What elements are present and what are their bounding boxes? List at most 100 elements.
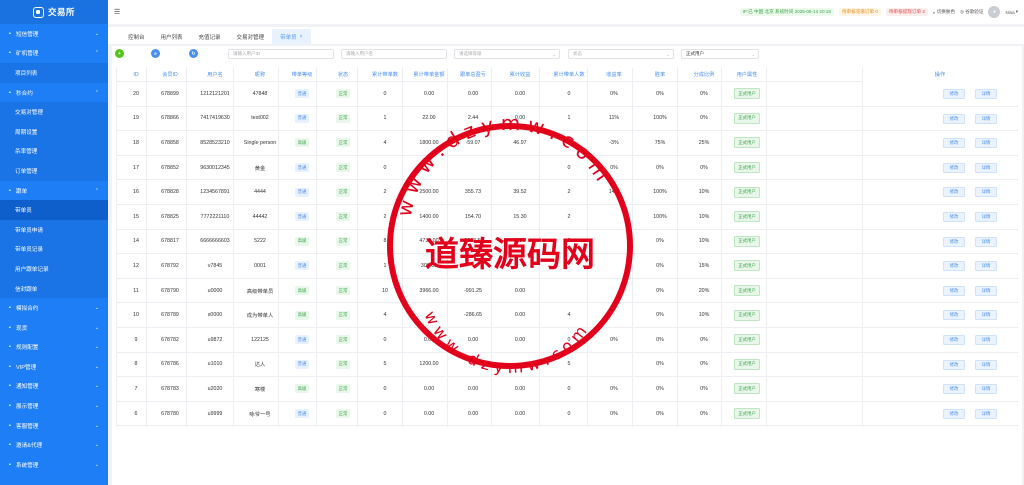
column-header[interactable]: 状态 bbox=[328, 71, 358, 78]
cell-value: 678858 bbox=[161, 139, 179, 146]
sidebar-item-account[interactable]: ▪ 短信管理 ⌄ bbox=[0, 24, 108, 44]
user-type-select[interactable]: 正式用户 ⌄ bbox=[681, 49, 759, 59]
user-type-badge: 正式用户 bbox=[734, 137, 760, 149]
detail-button[interactable]: 详情 bbox=[975, 285, 997, 296]
username[interactable]: Nisa ▾ bbox=[1005, 9, 1018, 15]
sidebar-item-vip[interactable]: ▪ VIP管理 ⌄ bbox=[0, 357, 108, 377]
level-select[interactable]: 请选择等级 ⌄ bbox=[454, 49, 560, 59]
sidebar-item-user-follow[interactable]: 用户跟单记录 bbox=[0, 259, 108, 279]
table-cell: 0 bbox=[365, 411, 405, 417]
column-header[interactable]: 昵称 bbox=[238, 71, 282, 78]
pending-withdraw-badge[interactable]: 待审核提现订单 2 bbox=[885, 8, 928, 16]
add-button[interactable]: + bbox=[115, 49, 124, 58]
cell-value: 9 bbox=[134, 336, 138, 343]
tab-0[interactable]: 控制台 bbox=[120, 29, 153, 44]
sidebar-item-sim-contract[interactable]: ▪ 模拟合约 ⌄ bbox=[0, 298, 108, 318]
detail-button[interactable]: 详情 bbox=[975, 89, 997, 99]
detail-button[interactable]: 详情 bbox=[975, 408, 997, 419]
sidebar-item-follow-order[interactable]: 信封跟单 bbox=[0, 278, 108, 299]
sidebar-item-contract[interactable]: ▪ 秒合约 ⌃ bbox=[0, 83, 108, 103]
column-header[interactable]: 累计收益 bbox=[500, 71, 540, 78]
edit-button[interactable]: 修改 bbox=[943, 359, 965, 370]
close-icon[interactable]: × bbox=[300, 34, 303, 40]
column-header[interactable]: ID bbox=[126, 72, 146, 78]
sidebar-item-miner[interactable]: ▪ 矿机管理 ⌃ bbox=[0, 44, 108, 64]
pending-deposit-badge[interactable]: 待审核充值订单 0 bbox=[838, 8, 881, 16]
detail-button[interactable]: 详情 bbox=[975, 236, 997, 247]
column-header[interactable]: 跟单总盈亏 bbox=[451, 71, 495, 78]
cell-value: 5 bbox=[383, 361, 387, 368]
detail-button[interactable]: 详情 bbox=[975, 187, 997, 198]
cell-value: 10% bbox=[698, 312, 710, 319]
sidebar-item-trade-pairs[interactable]: 交易对管理 bbox=[0, 102, 108, 122]
table-cell: Single person bbox=[238, 140, 282, 146]
detail-button[interactable]: 详情 bbox=[975, 359, 997, 370]
edit-button[interactable]: 修改 bbox=[943, 187, 965, 198]
table-cell: 0 bbox=[365, 91, 405, 97]
detail-button[interactable]: 详情 bbox=[975, 113, 997, 124]
column-header[interactable]: 会员ID bbox=[151, 71, 189, 78]
detail-button[interactable]: 详情 bbox=[975, 261, 997, 272]
edit-button[interactable]: 修改 bbox=[943, 236, 965, 247]
sidebar-item-leader-record[interactable]: 带单员记录 bbox=[0, 239, 108, 260]
edit-button[interactable]: 修改 bbox=[943, 89, 965, 99]
column-header[interactable]: 累计带单数 bbox=[365, 71, 405, 78]
edit-button[interactable]: 修改 bbox=[943, 212, 965, 222]
table-cell: 0 bbox=[545, 91, 593, 97]
refresh-button[interactable]: ↻ bbox=[189, 49, 198, 58]
edit-button[interactable]: 修改 bbox=[943, 113, 965, 124]
username-input[interactable]: 请输入用户名 bbox=[341, 49, 447, 59]
sidebar-item-settings[interactable]: ▪ 系统管理 ⌄ bbox=[0, 455, 108, 475]
search-button[interactable]: ⌕ bbox=[151, 49, 160, 58]
sidebar-item-project-list[interactable]: 项目列表 bbox=[0, 63, 108, 83]
column-header[interactable]: 用户属性 bbox=[727, 71, 767, 78]
column-header[interactable]: 用户名 bbox=[192, 71, 238, 78]
google-auth[interactable]: ◎ 谷歌验证 bbox=[960, 9, 983, 15]
detail-button[interactable]: 详情 bbox=[975, 162, 997, 173]
status-badge: 正常 bbox=[335, 261, 351, 271]
edit-button[interactable]: 修改 bbox=[943, 335, 965, 345]
detail-button[interactable]: 详情 bbox=[975, 310, 997, 321]
tab-4[interactable]: 带单员 × bbox=[272, 29, 311, 44]
status-select[interactable]: 状态 ⌄ bbox=[568, 49, 674, 59]
tab-2[interactable]: 充值记录 bbox=[191, 29, 229, 44]
logo[interactable]: 交易所 bbox=[0, 0, 108, 24]
edit-button[interactable]: 修改 bbox=[943, 261, 965, 272]
sidebar-item-agent[interactable]: ▪ 邀请&代理 ⌄ bbox=[0, 435, 108, 455]
sidebar-item-orders[interactable]: 订单管理 bbox=[0, 161, 108, 181]
tab-3[interactable]: 交易对管理 bbox=[229, 29, 273, 44]
detail-button[interactable]: 详情 bbox=[975, 212, 997, 222]
follow-icon: ▪ bbox=[9, 187, 11, 194]
column-header[interactable]: 收益率 bbox=[596, 71, 632, 78]
detail-button[interactable]: 详情 bbox=[975, 138, 997, 149]
sidebar-item-funds[interactable]: ▪ 现货 ⌄ bbox=[0, 318, 108, 338]
sidebar-item-period[interactable]: 周期设置 bbox=[0, 121, 108, 142]
column-header[interactable]: 累计带单金额 bbox=[407, 71, 451, 78]
sidebar-item-label: 带单员申请 bbox=[15, 227, 43, 234]
detail-button[interactable]: 详情 bbox=[975, 335, 997, 345]
column-header[interactable]: 分成比例 bbox=[685, 71, 723, 78]
column-header[interactable]: 胜率 bbox=[642, 71, 678, 78]
avatar[interactable]: ● bbox=[988, 6, 1001, 18]
column-header[interactable]: 累计带单人数 bbox=[545, 71, 593, 78]
column-header[interactable]: 带单等级 bbox=[287, 71, 317, 78]
edit-button[interactable]: 修改 bbox=[943, 285, 965, 296]
edit-button[interactable]: 修改 bbox=[943, 408, 965, 419]
edit-button[interactable]: 修改 bbox=[943, 384, 965, 395]
theme-switch[interactable]: ◐ 切换肤色 bbox=[933, 9, 955, 15]
sidebar-item-notice[interactable]: ▪ 通知管理 ⌄ bbox=[0, 377, 108, 397]
sidebar-item-leader-apply[interactable]: 带单员申请 bbox=[0, 219, 108, 240]
sidebar-item-follow[interactable]: ▪ 跟单 ⌃ bbox=[0, 181, 108, 201]
tab-1[interactable]: 用户列表 bbox=[153, 29, 191, 44]
detail-button[interactable]: 详情 bbox=[975, 384, 997, 395]
menu-toggle-icon[interactable]: ☰ bbox=[114, 8, 120, 16]
sidebar-item-leader[interactable]: 带单员 bbox=[0, 200, 108, 220]
edit-button[interactable]: 修改 bbox=[943, 310, 965, 321]
edit-button[interactable]: 修改 bbox=[943, 162, 965, 173]
edit-button[interactable]: 修改 bbox=[943, 138, 965, 149]
sidebar-item-rate[interactable]: 杀率管理 bbox=[0, 141, 108, 162]
user-id-input[interactable]: 请输入用户ID bbox=[228, 49, 334, 59]
sidebar-item-display[interactable]: ▪ 展示管理 ⌄ bbox=[0, 396, 108, 416]
sidebar-item-config[interactable]: ▪ 规则配置 ⌄ bbox=[0, 338, 108, 358]
sidebar-item-system[interactable]: ▪ 客服管理 ⌄ bbox=[0, 416, 108, 436]
